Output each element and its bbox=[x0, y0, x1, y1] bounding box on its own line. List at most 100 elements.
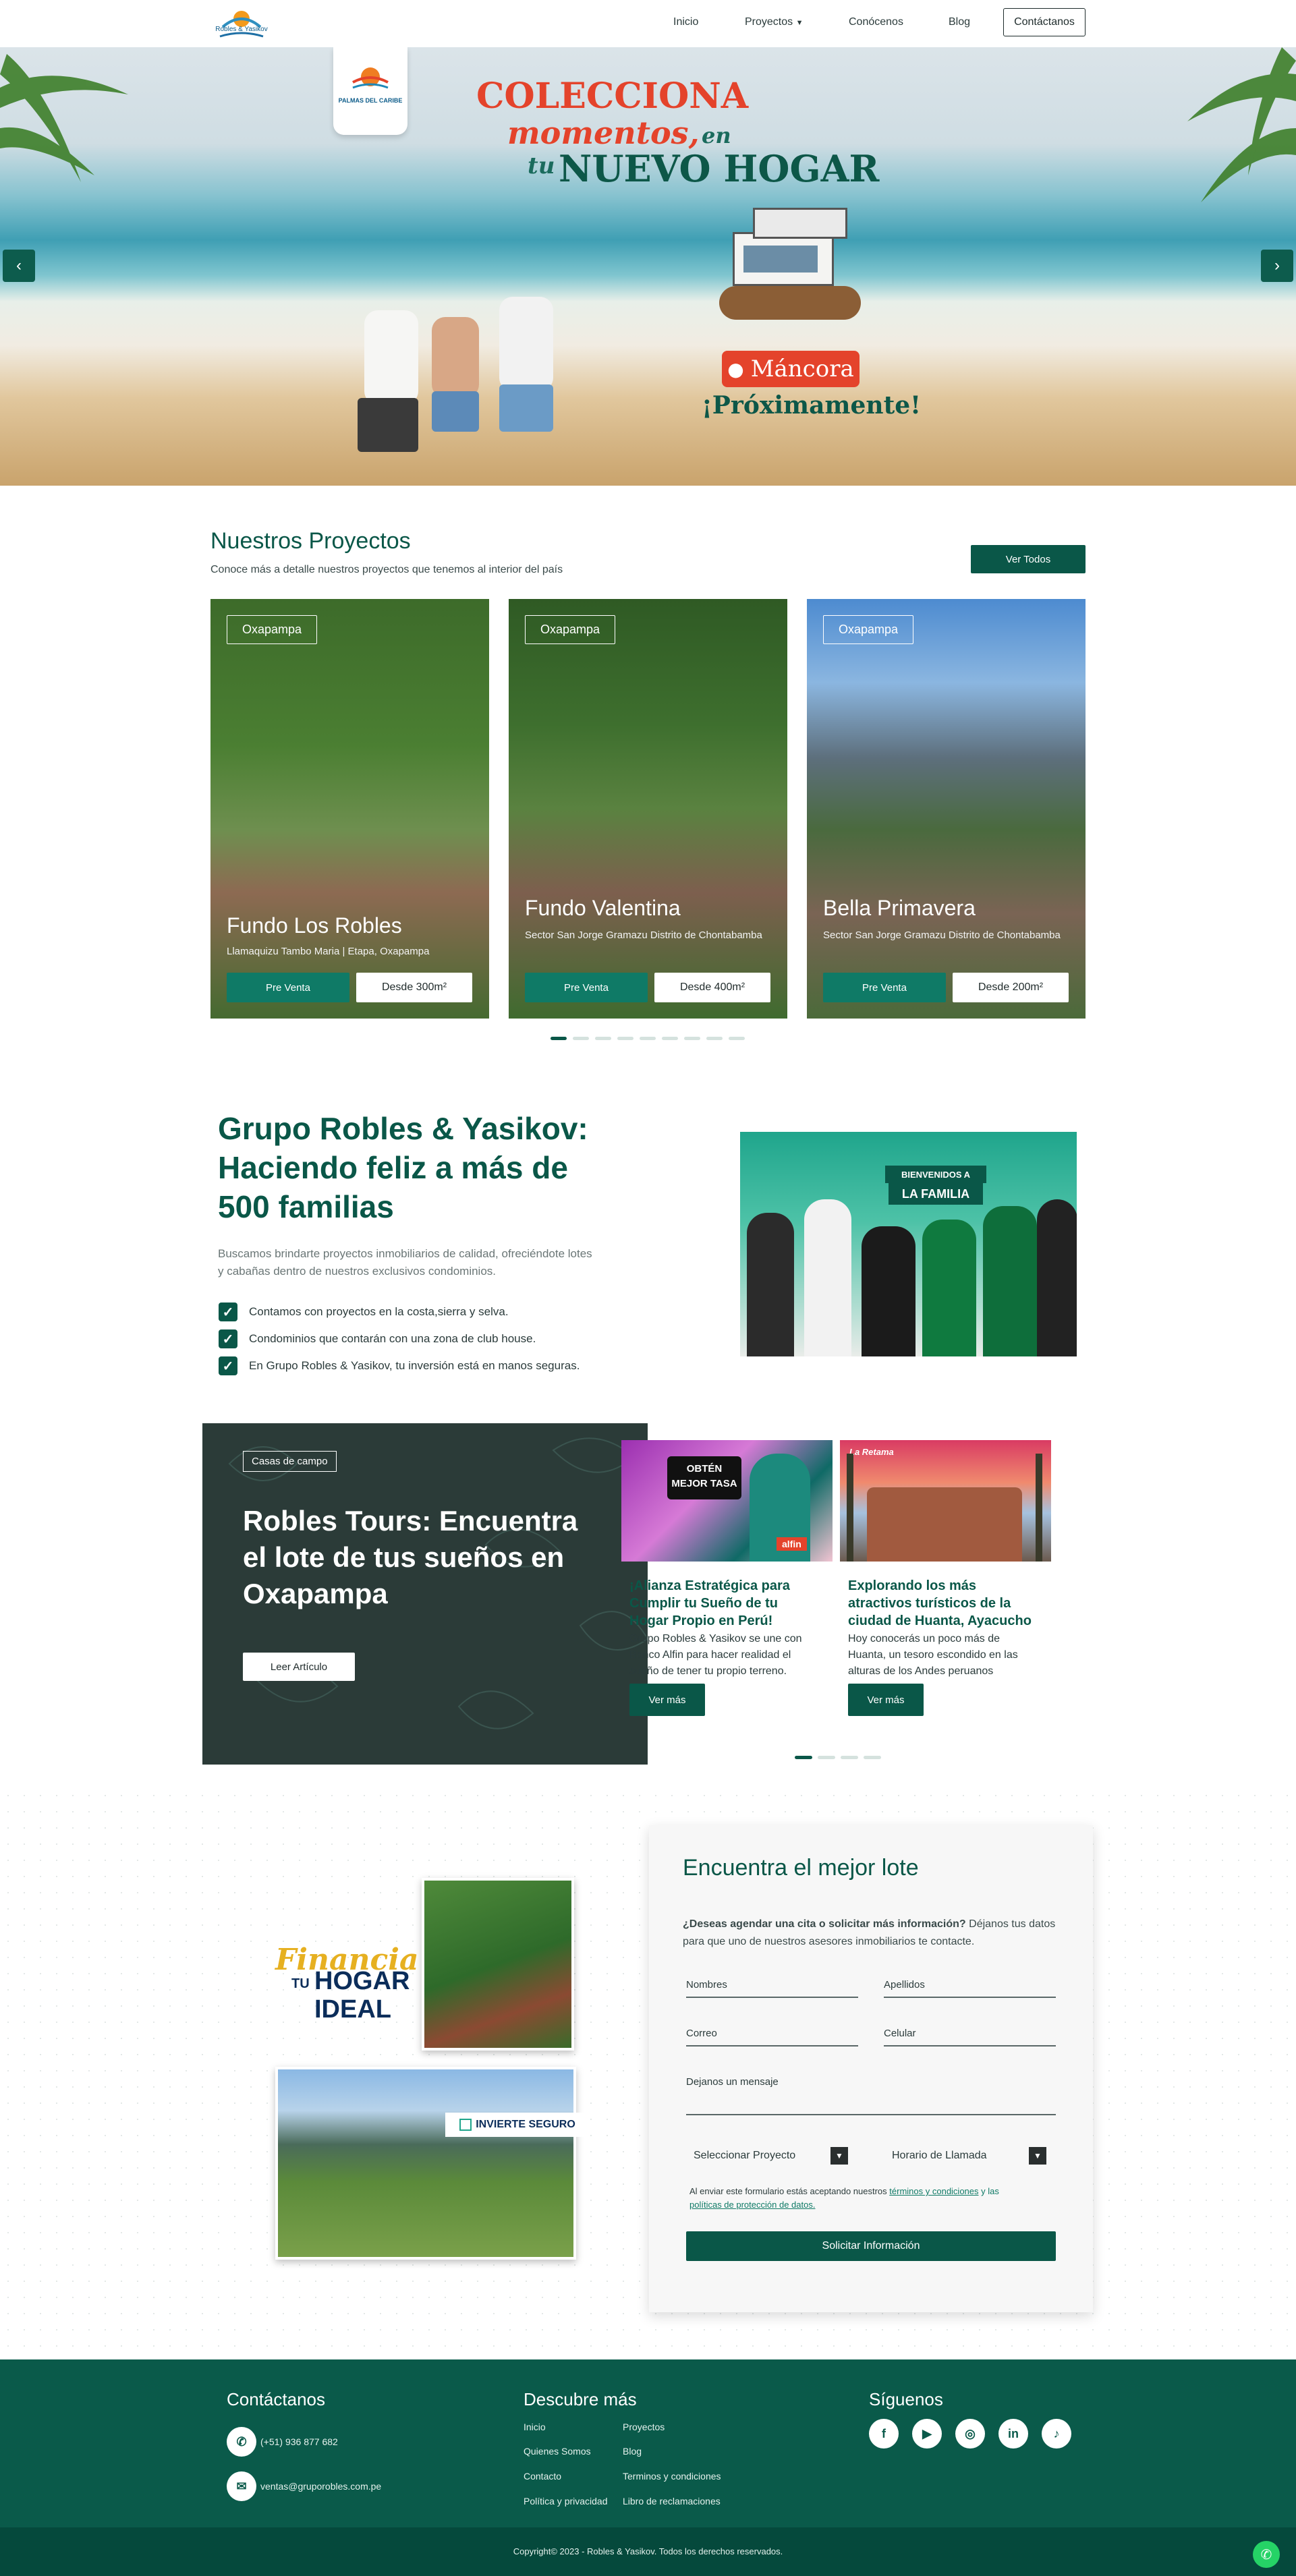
footer-link-privacidad[interactable]: Política y privacidad bbox=[524, 2496, 608, 2507]
carousel-dot[interactable] bbox=[662, 1037, 678, 1040]
post-excerpt-line: Grupo Robles & Yasikov se une con bbox=[629, 1633, 802, 1644]
hero-line-3b: NUEVO HOGAR bbox=[559, 147, 880, 190]
tiktok-icon[interactable]: ♪ bbox=[1042, 2419, 1071, 2449]
nav-conocenos[interactable]: Conócenos bbox=[849, 16, 903, 28]
presale-button[interactable]: Pre Venta bbox=[823, 973, 946, 1002]
footer-follow-title: Síguenos bbox=[869, 2389, 943, 2409]
footer-discover-title: Descubre más bbox=[524, 2389, 637, 2409]
see-more-button[interactable]: Ver más bbox=[848, 1684, 924, 1716]
location-pill: ● Máncora bbox=[722, 351, 860, 387]
project-card[interactable]: Oxapampa Fundo Los Robles Llamaquizu Tam… bbox=[210, 599, 489, 1019]
feature-title-line-2: el lote de tus sueños en bbox=[243, 1541, 565, 1573]
brand-logo[interactable] bbox=[210, 4, 273, 43]
submit-button[interactable]: Solicitar Información bbox=[686, 2231, 1056, 2261]
post-title[interactable]: Explorando los más atractivos turísticos… bbox=[848, 1577, 1054, 1630]
message-underline bbox=[686, 2114, 1056, 2115]
footer-link-quienes-somos[interactable]: Quienes Somos bbox=[524, 2446, 591, 2457]
map-pin-icon: ● bbox=[727, 357, 744, 380]
footer-email[interactable]: ventas@gruporobles.com.pe bbox=[260, 2481, 381, 2492]
carousel-dot[interactable] bbox=[573, 1037, 589, 1040]
post-image-line-2: MEJOR TASA bbox=[671, 1478, 737, 1489]
terms-link[interactable]: términos y condiciones bbox=[889, 2186, 978, 2196]
post-image-line-1: La Retama bbox=[849, 1447, 894, 1457]
footer-link-blog[interactable]: Blog bbox=[623, 2446, 642, 2457]
carousel-dot[interactable] bbox=[864, 1756, 881, 1759]
nav-blog[interactable]: Blog bbox=[949, 16, 970, 28]
top-navbar: Robles & Yasikov Inicio Proyectos ▼ Conó… bbox=[0, 0, 1296, 47]
correo-field[interactable]: Correo bbox=[686, 2028, 717, 2039]
check-icon: ✓ bbox=[219, 1303, 237, 1321]
brand-logo-text: Robles & Yasikov bbox=[215, 26, 268, 33]
footer-link-terminos[interactable]: Terminos y condiciones bbox=[623, 2471, 721, 2482]
palmas-del-caribe-badge: PALMAS DEL CARIBE bbox=[333, 47, 407, 135]
footer-link-inicio[interactable]: Inicio bbox=[524, 2422, 546, 2432]
chevron-down-icon[interactable]: ▼ bbox=[1029, 2147, 1046, 2165]
project-card[interactable]: Oxapampa Bella Primavera Sector San Jorg… bbox=[807, 599, 1086, 1019]
apellidos-field[interactable]: Apellidos bbox=[884, 1979, 925, 1991]
price-button[interactable]: Desde 300m² bbox=[356, 973, 472, 1002]
footer-phone[interactable]: (+51) 936 877 682 bbox=[260, 2436, 338, 2447]
carousel-dot[interactable] bbox=[684, 1037, 700, 1040]
check-item: Contamos con proyectos en la costa,sierr… bbox=[249, 1305, 509, 1318]
photo-banner-2: LA FAMILIA bbox=[889, 1183, 983, 1205]
carousel-dot[interactable] bbox=[551, 1037, 567, 1040]
post-image[interactable]: OBTÉN MEJOR TASA alfin bbox=[621, 1440, 833, 1562]
footer-contact-title: Contáctanos bbox=[227, 2389, 325, 2409]
message-field[interactable]: Dejanos un mensaje bbox=[686, 2076, 779, 2088]
footer-link-proyectos[interactable]: Proyectos bbox=[623, 2422, 665, 2432]
nav-proyectos[interactable]: Proyectos ▼ bbox=[745, 16, 803, 28]
nav-contact-button[interactable]: Contáctanos bbox=[1003, 8, 1086, 36]
chevron-down-icon[interactable]: ▼ bbox=[830, 2147, 848, 2165]
presale-button[interactable]: Pre Venta bbox=[227, 973, 349, 1002]
celular-field[interactable]: Celular bbox=[884, 2028, 916, 2039]
invest-label: INVIERTE SEGURO bbox=[445, 2113, 590, 2137]
badge-text: PALMAS DEL CARIBE bbox=[338, 97, 403, 104]
carousel-dot[interactable] bbox=[617, 1037, 633, 1040]
post-excerpt-line: sueño de tener tu propio terreno. bbox=[629, 1665, 787, 1677]
about-title: Grupo Robles & Yasikov: Haciendo feliz a… bbox=[218, 1109, 588, 1226]
alfin-logo: alfin bbox=[777, 1537, 807, 1551]
nav-inicio[interactable]: Inicio bbox=[673, 16, 698, 28]
hero-line-2: momentos, bbox=[507, 115, 700, 151]
about-text: Buscamos brindarte proyectos inmobiliari… bbox=[218, 1245, 592, 1280]
linkedin-icon[interactable]: in bbox=[998, 2419, 1028, 2449]
about-title-line-2: Haciendo feliz a más de bbox=[218, 1150, 568, 1185]
youtube-icon[interactable]: ▶ bbox=[912, 2419, 942, 2449]
footer-link-contacto[interactable]: Contacto bbox=[524, 2471, 561, 2482]
feature-title-line-1: Robles Tours: Encuentra bbox=[243, 1505, 578, 1537]
project-card[interactable]: Oxapampa Fundo Valentina Sector San Jorg… bbox=[509, 599, 787, 1019]
post-excerpt: Grupo Robles & Yasikov se une con Banco … bbox=[629, 1631, 835, 1680]
post-image[interactable]: La Retama bbox=[840, 1440, 1051, 1562]
card-location: Sector San Jorge Gramazu Distrito de Cho… bbox=[823, 929, 1061, 941]
carousel-dot[interactable] bbox=[818, 1756, 835, 1759]
footer-link-reclamaciones[interactable]: Libro de reclamaciones bbox=[623, 2496, 721, 2507]
carousel-dot[interactable] bbox=[640, 1037, 656, 1040]
projects-title: Nuestros Proyectos bbox=[210, 528, 411, 554]
whatsapp-icon[interactable]: ✆ bbox=[1253, 2541, 1280, 2568]
instagram-icon[interactable]: ◎ bbox=[955, 2419, 985, 2449]
read-article-button[interactable]: Leer Artículo bbox=[243, 1653, 355, 1681]
carousel-dot[interactable] bbox=[706, 1037, 723, 1040]
promo-image-bottom: INVIERTE SEGURO bbox=[275, 2067, 590, 2260]
see-all-button[interactable]: Ver Todos bbox=[971, 545, 1086, 573]
facebook-icon[interactable]: f bbox=[869, 2419, 899, 2449]
hero-next-arrow[interactable]: › bbox=[1261, 250, 1293, 282]
price-button[interactable]: Desde 200m² bbox=[953, 973, 1069, 1002]
form-intro: ¿Deseas agendar una cita o solicitar más… bbox=[683, 1916, 1061, 1951]
carousel-dot[interactable] bbox=[729, 1037, 745, 1040]
footer: Contáctanos ✆ (+51) 936 877 682 ✉ ventas… bbox=[0, 2359, 1296, 2527]
privacy-link[interactable]: políticas de protección de datos. bbox=[689, 2200, 815, 2210]
nombres-field[interactable]: Nombres bbox=[686, 1979, 727, 1991]
promo-image-top bbox=[422, 1878, 574, 2051]
post-title[interactable]: ¡Alianza Estratégica para Cumplir tu Sue… bbox=[629, 1577, 835, 1630]
hero-prev-arrow[interactable]: ‹ bbox=[3, 250, 35, 282]
post-title-line: ¡Alianza Estratégica para bbox=[629, 1578, 790, 1593]
see-more-button[interactable]: Ver más bbox=[629, 1684, 705, 1716]
carousel-dot[interactable] bbox=[595, 1037, 611, 1040]
carousel-dot[interactable] bbox=[841, 1756, 858, 1759]
post-image-text: OBTÉN MEJOR TASA bbox=[667, 1456, 741, 1499]
presale-button[interactable]: Pre Venta bbox=[525, 973, 648, 1002]
photo-banner-1: BIENVENIDOS A bbox=[885, 1166, 986, 1183]
carousel-dot[interactable] bbox=[795, 1756, 812, 1759]
price-button[interactable]: Desde 400m² bbox=[654, 973, 770, 1002]
